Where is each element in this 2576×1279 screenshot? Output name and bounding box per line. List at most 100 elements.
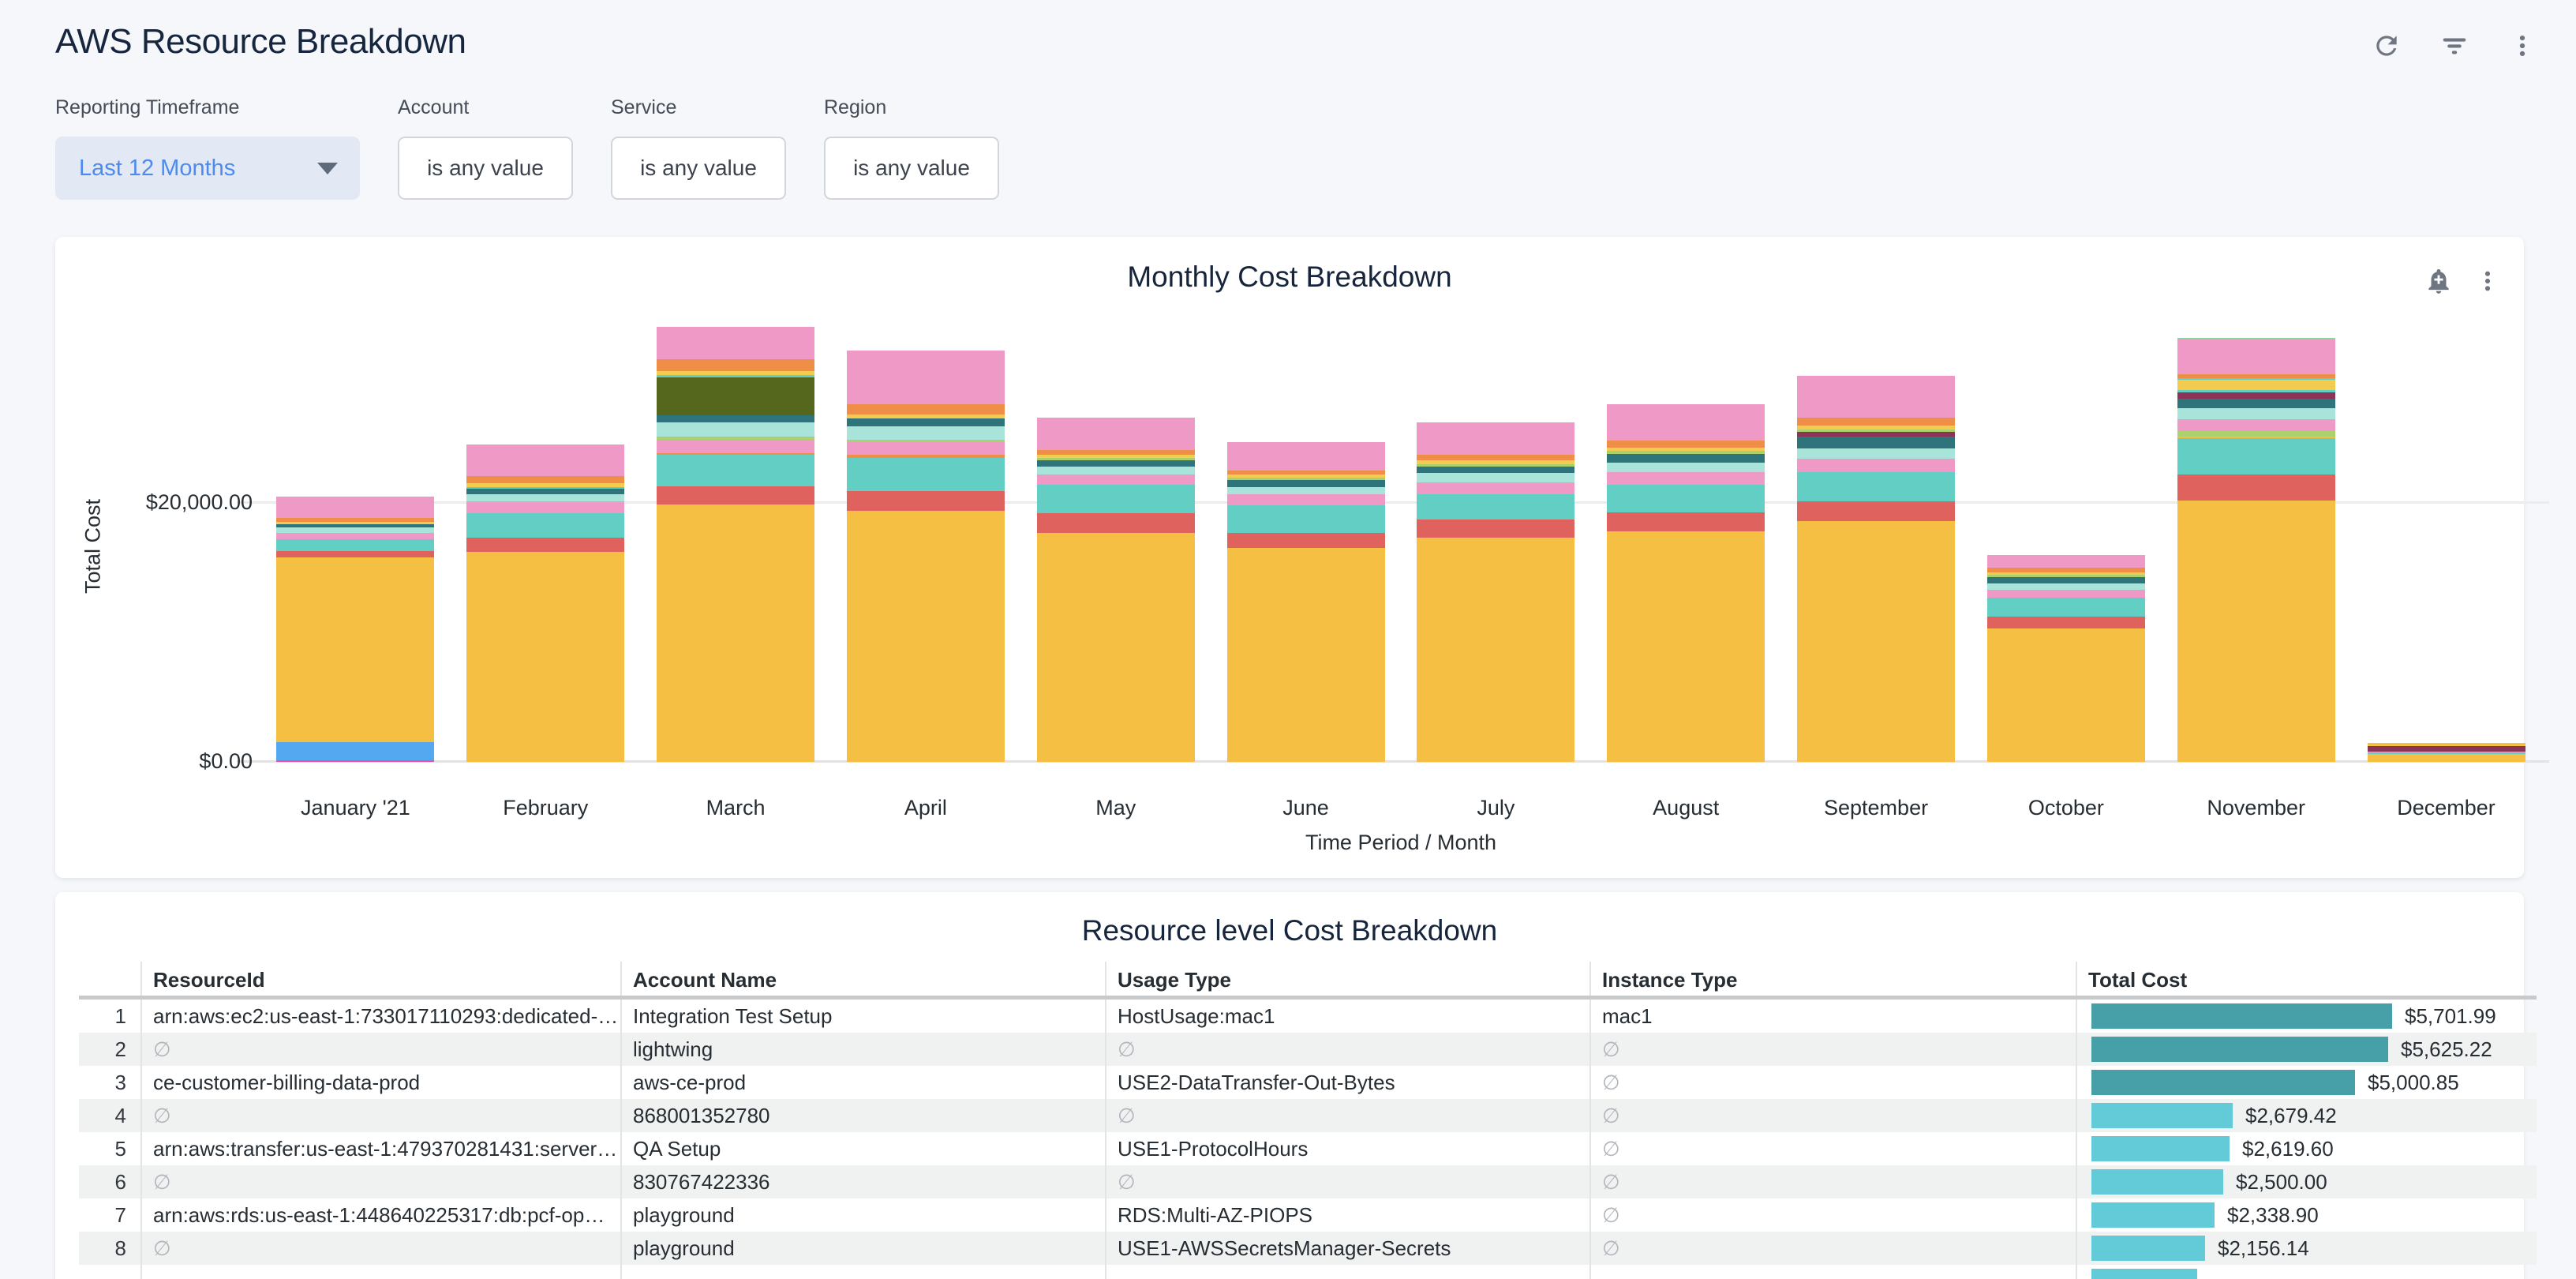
bar-segment-teal[interactable]: [466, 513, 624, 538]
bar-segment-orange[interactable]: [847, 404, 1005, 414]
bar-segment-amber[interactable]: [1797, 521, 1955, 762]
bar-segment-mint[interactable]: [1987, 583, 2145, 590]
stacked-bar[interactable]: [657, 327, 814, 762]
bar-segment-red[interactable]: [466, 538, 624, 552]
bar-segment-dark_teal[interactable]: [847, 418, 1005, 426]
stacked-bar[interactable]: [466, 444, 624, 762]
bar-segment-red[interactable]: [1607, 512, 1765, 532]
bar-segment-teal[interactable]: [1797, 472, 1955, 502]
bar-segment-teal[interactable]: [847, 458, 1005, 492]
bar-segment-amber[interactable]: [657, 504, 814, 762]
bar-segment-pink[interactable]: [1037, 474, 1195, 485]
bar-segment-mint[interactable]: [466, 494, 624, 501]
bar-segment-pink[interactable]: [1417, 482, 1574, 494]
bar-segment-mint[interactable]: [1227, 487, 1385, 493]
bar-segment-pink[interactable]: [657, 440, 814, 452]
bar-segment-dark_teal[interactable]: [657, 415, 814, 423]
bar-segment-mint[interactable]: [1037, 467, 1195, 474]
bar-segment-amber[interactable]: [276, 557, 434, 743]
bar-segment-teal[interactable]: [1037, 485, 1195, 513]
service-filter-value[interactable]: is any value: [611, 137, 786, 200]
bar-segment-mint[interactable]: [657, 422, 814, 437]
column-header-resourceid[interactable]: ResourceId: [140, 962, 620, 996]
bar-segment-red[interactable]: [1037, 513, 1195, 533]
bar-segment-mint[interactable]: [1797, 448, 1955, 459]
filter-icon[interactable]: [2439, 30, 2470, 62]
bar-segment-mint[interactable]: [847, 426, 1005, 439]
bar-segment-pink[interactable]: [847, 351, 1005, 404]
bar-segment-teal[interactable]: [1987, 598, 2145, 617]
bar-segment-red[interactable]: [1797, 501, 1955, 521]
bar-segment-pink[interactable]: [1227, 494, 1385, 506]
bar-segment-pink[interactable]: [1607, 404, 1765, 441]
bar-segment-amber[interactable]: [1037, 533, 1195, 762]
bar-segment-dark_teal[interactable]: [1417, 467, 1574, 473]
bar-segment-amber[interactable]: [847, 511, 1005, 762]
bar-segment-amber[interactable]: [1417, 538, 1574, 762]
bar-segment-pink[interactable]: [1417, 422, 1574, 455]
bar-segment-yellow[interactable]: [2177, 380, 2335, 390]
bar-segment-maroon[interactable]: [2177, 392, 2335, 399]
bar-segment-amber[interactable]: [2368, 754, 2525, 762]
kebab-menu-icon[interactable]: [2507, 30, 2538, 62]
bar-segment-dark_teal[interactable]: [1037, 460, 1195, 467]
bar-segment-orange[interactable]: [1607, 441, 1765, 447]
bar-segment-pink[interactable]: [657, 327, 814, 359]
region-filter-value[interactable]: is any value: [824, 137, 999, 200]
reporting-timeframe-dropdown[interactable]: Last 12 Months: [55, 137, 360, 200]
bar-segment-mint[interactable]: [1607, 463, 1765, 471]
bar-segment-pink[interactable]: [276, 533, 434, 539]
bar-segment-amber[interactable]: [1607, 531, 1765, 762]
bar-segment-mint[interactable]: [1417, 473, 1574, 482]
column-header-account-name[interactable]: Account Name: [620, 962, 1105, 996]
bar-segment-pink[interactable]: [276, 497, 434, 518]
bar-segment-blue[interactable]: [276, 742, 434, 760]
column-header-usage-type[interactable]: Usage Type: [1105, 962, 1589, 996]
stacked-bar[interactable]: [1607, 404, 1765, 762]
bar-segment-red[interactable]: [2177, 474, 2335, 501]
bar-segment-red[interactable]: [1987, 617, 2145, 628]
bar-segment-amber[interactable]: [1227, 548, 1385, 762]
bar-segment-orange[interactable]: [657, 359, 814, 371]
bar-segment-pink[interactable]: [466, 501, 624, 514]
bar-segment-teal[interactable]: [276, 539, 434, 551]
refresh-icon[interactable]: [2371, 30, 2402, 62]
bar-segment-orange[interactable]: [466, 476, 624, 482]
bar-segment-pink[interactable]: [1037, 418, 1195, 450]
stacked-bar[interactable]: [1987, 555, 2145, 762]
bar-segment-red[interactable]: [657, 486, 814, 504]
bar-segment-red[interactable]: [847, 491, 1005, 511]
stacked-bar[interactable]: [1797, 376, 1955, 762]
bar-segment-pink[interactable]: [1987, 590, 2145, 598]
bar-segment-pink[interactable]: [847, 442, 1005, 455]
bar-segment-pink[interactable]: [1797, 376, 1955, 417]
bar-segment-dark_teal[interactable]: [1607, 454, 1765, 463]
bar-segment-amber[interactable]: [2177, 501, 2335, 762]
bar-segment-teal[interactable]: [1417, 494, 1574, 520]
bar-segment-amber[interactable]: [1987, 628, 2145, 762]
stacked-bar[interactable]: [847, 351, 1005, 762]
bar-segment-amber[interactable]: [466, 552, 624, 762]
stacked-bar[interactable]: [1417, 422, 1574, 762]
column-header-total-cost[interactable]: Total Cost: [2076, 962, 2537, 996]
bar-segment-dark_teal[interactable]: [1227, 480, 1385, 488]
stacked-bar[interactable]: [1037, 418, 1195, 762]
bar-segment-red[interactable]: [276, 551, 434, 557]
column-header-instance-type[interactable]: Instance Type: [1589, 962, 2076, 996]
bar-segment-red[interactable]: [1227, 533, 1385, 549]
bar-segment-dark_teal[interactable]: [2177, 399, 2335, 407]
stacked-bar[interactable]: [276, 497, 434, 762]
bar-segment-pink[interactable]: [1227, 442, 1385, 471]
bar-segment-magenta[interactable]: [276, 760, 434, 762]
bar-segment-pink[interactable]: [2177, 419, 2335, 431]
bar-segment-olive[interactable]: [657, 377, 814, 415]
bar-segment-red[interactable]: [1417, 519, 1574, 538]
bar-segment-teal[interactable]: [657, 455, 814, 486]
bar-segment-pink[interactable]: [1607, 472, 1765, 485]
bar-segment-orange[interactable]: [1797, 418, 1955, 426]
account-filter-value[interactable]: is any value: [398, 137, 573, 200]
bar-segment-pink[interactable]: [466, 444, 624, 476]
stacked-bar[interactable]: [2368, 743, 2525, 762]
bar-segment-pink[interactable]: [1987, 555, 2145, 568]
bar-segment-dark_teal[interactable]: [1987, 577, 2145, 583]
